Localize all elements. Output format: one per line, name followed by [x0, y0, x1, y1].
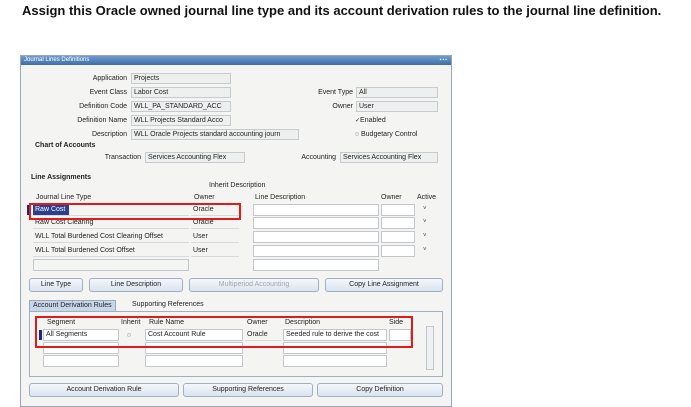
- scrollbar[interactable]: [426, 326, 434, 370]
- window-title-bar: Journal Lines Definitions ▪▪▪: [21, 56, 451, 65]
- description-label: Description: [91, 131, 127, 138]
- line-description-header: Line Description: [255, 194, 306, 201]
- empty-row[interactable]: [33, 259, 189, 271]
- owner-header: Owner: [194, 194, 215, 201]
- application-label: Application: [92, 75, 127, 82]
- window-title: Journal Lines Definitions: [24, 57, 90, 63]
- multiperiod-accounting-button[interactable]: Multiperiod Accounting: [189, 278, 319, 292]
- account-derivation-rule-button[interactable]: Account Derivation Rule: [29, 383, 179, 397]
- application-field[interactable]: Projects: [131, 73, 231, 84]
- definition-name-label: Definition Name: [77, 117, 127, 124]
- tab-account-derivation-rules[interactable]: Account Derivation Rules: [29, 300, 116, 311]
- highlight-box: [29, 203, 241, 220]
- active-header: Active: [417, 194, 437, 201]
- enabled-checkbox[interactable]: ✓Enabled: [355, 116, 386, 126]
- coa-heading: Chart of Accounts: [35, 142, 96, 149]
- dropdown-icon[interactable]: ˅: [423, 233, 427, 239]
- event-type-label: Event Type: [318, 89, 353, 96]
- line-assignments-heading: Line Assignments: [31, 174, 92, 181]
- event-class-label: Event Class: [89, 89, 127, 96]
- enabled-label: Enabled: [360, 117, 386, 124]
- copy-line-assignment-button[interactable]: Copy Line Assignment: [325, 278, 443, 292]
- accounting-coa-field[interactable]: Services Accounting Flex: [340, 152, 438, 163]
- empty-row[interactable]: [145, 355, 243, 367]
- checkbox-icon: [355, 132, 359, 136]
- owner2-header: Owner: [381, 194, 402, 201]
- owner-field[interactable]: User: [356, 101, 438, 112]
- owner2-cell: [381, 231, 415, 243]
- line-description-input[interactable]: [253, 217, 379, 229]
- line-description-input[interactable]: [253, 245, 379, 257]
- journal-line-type-header: Journal Line Type: [36, 194, 92, 201]
- table-row[interactable]: WLL Total Burdened Cost Clearing Offset: [33, 231, 189, 243]
- owner-label: Owner: [332, 103, 353, 110]
- definition-code-field[interactable]: WLL_PA_STANDARD_ACC: [131, 101, 231, 112]
- owner2-cell: [381, 217, 415, 229]
- description-field[interactable]: WLL Oracle Projects standard accounting …: [131, 129, 299, 140]
- journal-lines-definitions-window: Journal Lines Definitions ▪▪▪ Applicatio…: [20, 55, 452, 407]
- empty-row[interactable]: [43, 355, 119, 367]
- owner2-cell: [381, 204, 415, 216]
- inherit-description-header: Inherit Description: [209, 182, 266, 189]
- event-class-field[interactable]: Labor Cost: [131, 87, 231, 98]
- line-description-input[interactable]: [253, 204, 379, 216]
- line-description-input[interactable]: [253, 259, 379, 271]
- dropdown-icon[interactable]: ˅: [423, 219, 427, 225]
- dropdown-icon[interactable]: ˅: [423, 206, 427, 212]
- line-description-button[interactable]: Line Description: [89, 278, 183, 292]
- instruction-text: Assign this Oracle owned journal line ty…: [22, 3, 662, 18]
- owner2-cell: [381, 245, 415, 257]
- accounting-label: Accounting: [301, 154, 336, 161]
- table-row[interactable]: WLL Total Burdened Cost Offset: [33, 245, 189, 257]
- owner-cell: User: [191, 231, 239, 243]
- supporting-references-button[interactable]: Supporting References: [183, 383, 313, 397]
- copy-definition-button[interactable]: Copy Definition: [317, 383, 443, 397]
- transaction-label: Transaction: [104, 154, 141, 161]
- tab-supporting-references[interactable]: Supporting References: [129, 300, 207, 311]
- highlight-box: [35, 316, 413, 348]
- dropdown-icon[interactable]: ˅: [423, 247, 427, 253]
- budgetary-control-label: Budgetary Control: [361, 131, 418, 138]
- line-description-input[interactable]: [253, 231, 379, 243]
- owner-cell: User: [191, 245, 239, 257]
- definition-code-label: Definition Code: [79, 103, 127, 110]
- event-type-field[interactable]: All: [356, 87, 438, 98]
- budgetary-control-checkbox[interactable]: Budgetary Control: [355, 130, 417, 140]
- transaction-coa-field[interactable]: Services Accounting Flex: [145, 152, 245, 163]
- window-controls-icon[interactable]: ▪▪▪: [440, 58, 448, 63]
- definition-name-field[interactable]: WLL Projects Standard Acco: [131, 115, 231, 126]
- empty-row[interactable]: [283, 355, 387, 367]
- line-type-button[interactable]: Line Type: [29, 278, 83, 292]
